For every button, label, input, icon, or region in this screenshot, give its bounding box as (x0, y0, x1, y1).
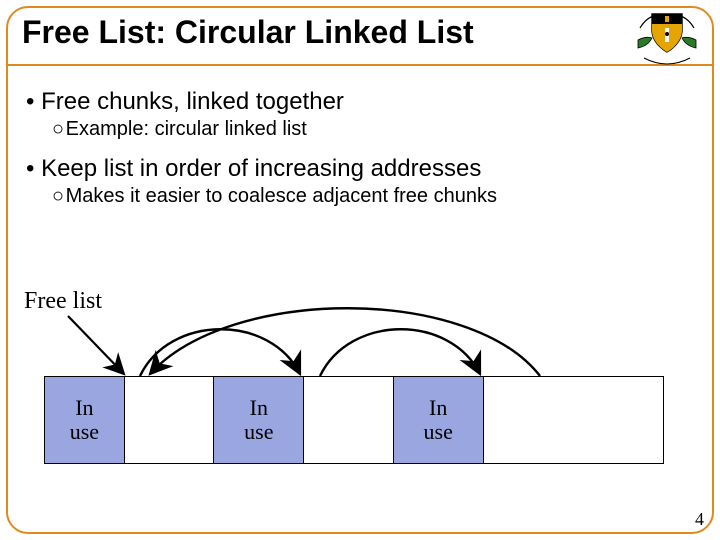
chunk-label: In use (424, 396, 453, 444)
bullet-lvl2: Makes it easier to coalesce adjacent fre… (52, 185, 694, 208)
chunk-in-use: In use (394, 377, 484, 463)
chunk-label: In use (244, 396, 273, 444)
chunk-in-use: In use (214, 377, 304, 463)
chunk-free (304, 377, 394, 463)
bullet-lvl2: Example: circular linked list (52, 118, 694, 141)
slide-title: Free List: Circular Linked List (22, 14, 474, 51)
chunk-in-use: In use (45, 377, 125, 463)
bullet-lvl1: Free chunks, linked together (26, 88, 694, 116)
page-number: 4 (695, 509, 704, 530)
chunk-label: In use (70, 396, 99, 444)
bullet-lvl1: Keep list in order of increasing address… (26, 155, 694, 183)
memory-bar: In use In use In use (44, 376, 664, 464)
free-list-label: Free list (24, 288, 102, 315)
chunk-free (125, 377, 215, 463)
title-divider (8, 64, 712, 66)
chunk-free (484, 377, 663, 463)
crest-icon (632, 10, 702, 66)
bullet-list: Free chunks, linked together Example: ci… (26, 82, 694, 222)
